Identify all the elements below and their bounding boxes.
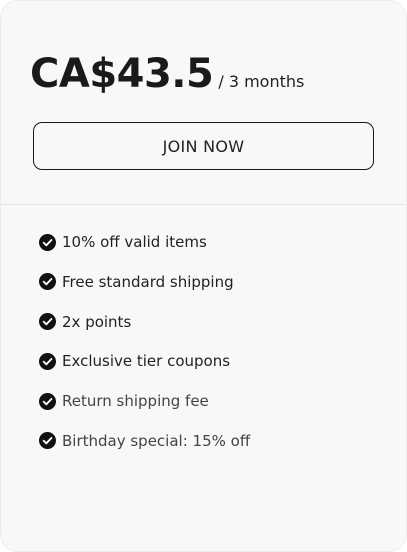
check-circle-icon	[39, 273, 56, 291]
benefit-label: 2x points	[62, 312, 132, 331]
benefit-label: Birthday special: 15% off	[62, 431, 251, 450]
check-circle-icon	[39, 352, 56, 370]
benefit-label: Return shipping fee	[62, 392, 209, 411]
check-circle-icon	[39, 432, 56, 450]
benefit-label: Free standard shipping	[62, 272, 234, 291]
benefit-item: 10% off valid items	[39, 230, 250, 254]
benefit-label: Exclusive tier coupons	[62, 352, 231, 371]
join-now-button[interactable]: JOIN NOW	[33, 122, 374, 170]
benefit-item: Exclusive tier coupons	[39, 349, 250, 373]
check-circle-icon	[39, 392, 56, 410]
check-circle-icon	[39, 233, 56, 251]
benefit-item: 2x points	[39, 310, 250, 334]
benefit-item: Return shipping fee	[39, 389, 250, 413]
divider	[1, 204, 406, 205]
membership-plan-card: CA$43.5 / 3 months JOIN NOW 10% off vali…	[0, 0, 407, 552]
plan-period: / 3 months	[218, 72, 305, 91]
benefit-label: 10% off valid items	[62, 233, 207, 251]
plan-price: CA$43.5	[30, 51, 214, 97]
benefits-list: 10% off valid items Free standard shippi…	[39, 230, 250, 469]
check-circle-icon	[39, 313, 56, 331]
price-row: CA$43.5 / 3 months	[30, 51, 304, 97]
benefit-item: Birthday special: 15% off	[39, 429, 250, 453]
benefit-item: Free standard shipping	[39, 270, 250, 294]
